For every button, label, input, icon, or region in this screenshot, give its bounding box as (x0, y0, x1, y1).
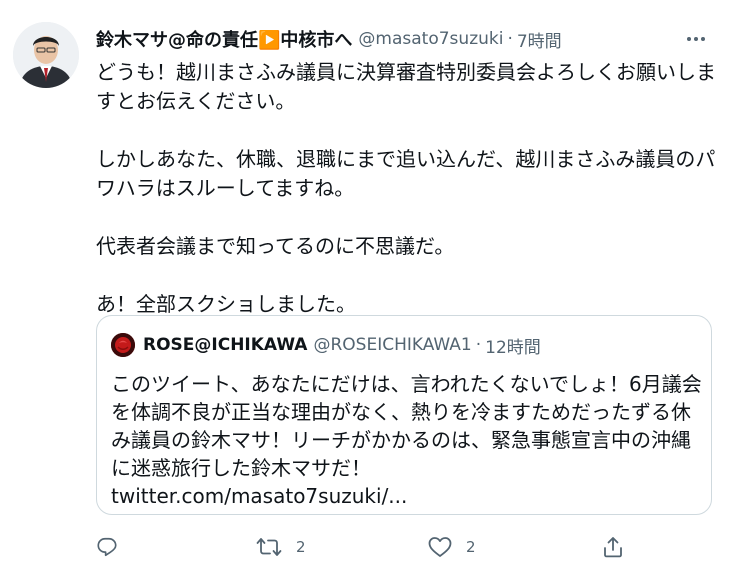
separator: · (475, 335, 482, 355)
quoted-tweet-header: ROSE@ICHIKAWA @ROSEICHIKAWA1 · 12時間 (111, 332, 701, 358)
avatar-image (13, 22, 79, 88)
avatar[interactable] (13, 22, 79, 88)
tweet-header: 鈴木マサ@命の責任▶️中核市へ @masato7suzuki · 7時間 (96, 24, 711, 54)
tweet-paragraph: 代表者会議まで知ってるのに不思議だ。 (96, 234, 455, 258)
retweet-button[interactable]: 2 (256, 532, 306, 562)
author-name[interactable]: 鈴木マサ@命の責任▶️中核市へ (96, 26, 352, 52)
quoted-author-name: ROSE@ICHIKAWA (143, 335, 308, 355)
reply-button[interactable] (96, 532, 132, 562)
action-bar: 2 2 (96, 532, 636, 562)
reply-icon (96, 536, 118, 558)
tweet-paragraph: どうも！越川まさふみ議員に決算審査特別委員会よろしくお願いしますとお伝えください… (96, 60, 716, 113)
quoted-author-handle: @ROSEICHIKAWA1 (313, 335, 472, 355)
author-handle[interactable]: @masato7suzuki (358, 29, 503, 49)
quoted-text: このツイート、あなたにだけは、言われたくないでしょ！6月議会を体調不良が正当な理… (111, 372, 702, 480)
quoted-tweet-text: このツイート、あなたにだけは、言われたくないでしょ！6月議会を体調不良が正当な理… (111, 370, 703, 510)
like-icon (428, 536, 452, 558)
quoted-time: 12時間 (485, 337, 541, 358)
separator: · (507, 29, 513, 49)
quoted-avatar (111, 333, 135, 357)
tweet: 鈴木マサ@命の責任▶️中核市へ @masato7suzuki · 7時間 どうも… (0, 0, 731, 566)
tweet-paragraph: しかしあなた、休職、退職にまで追い込んだ、越川まさふみ議員のパワハラはスルーして… (96, 147, 716, 200)
share-button[interactable] (602, 532, 638, 562)
tweet-text: どうも！越川まさふみ議員に決算審査特別委員会よろしくお願いしますとお伝えください… (96, 58, 721, 319)
share-icon (602, 536, 624, 558)
like-count: 2 (466, 538, 476, 556)
quoted-tweet[interactable]: ROSE@ICHIKAWA @ROSEICHIKAWA1 · 12時間 このツイ… (96, 315, 712, 515)
retweet-count: 2 (296, 538, 306, 556)
tweet-time[interactable]: 7時間 (517, 27, 562, 52)
retweet-icon (256, 536, 282, 558)
more-icon[interactable] (685, 28, 707, 50)
quoted-link: twitter.com/masato7suzuki/... (111, 484, 408, 508)
like-button[interactable]: 2 (428, 532, 476, 562)
